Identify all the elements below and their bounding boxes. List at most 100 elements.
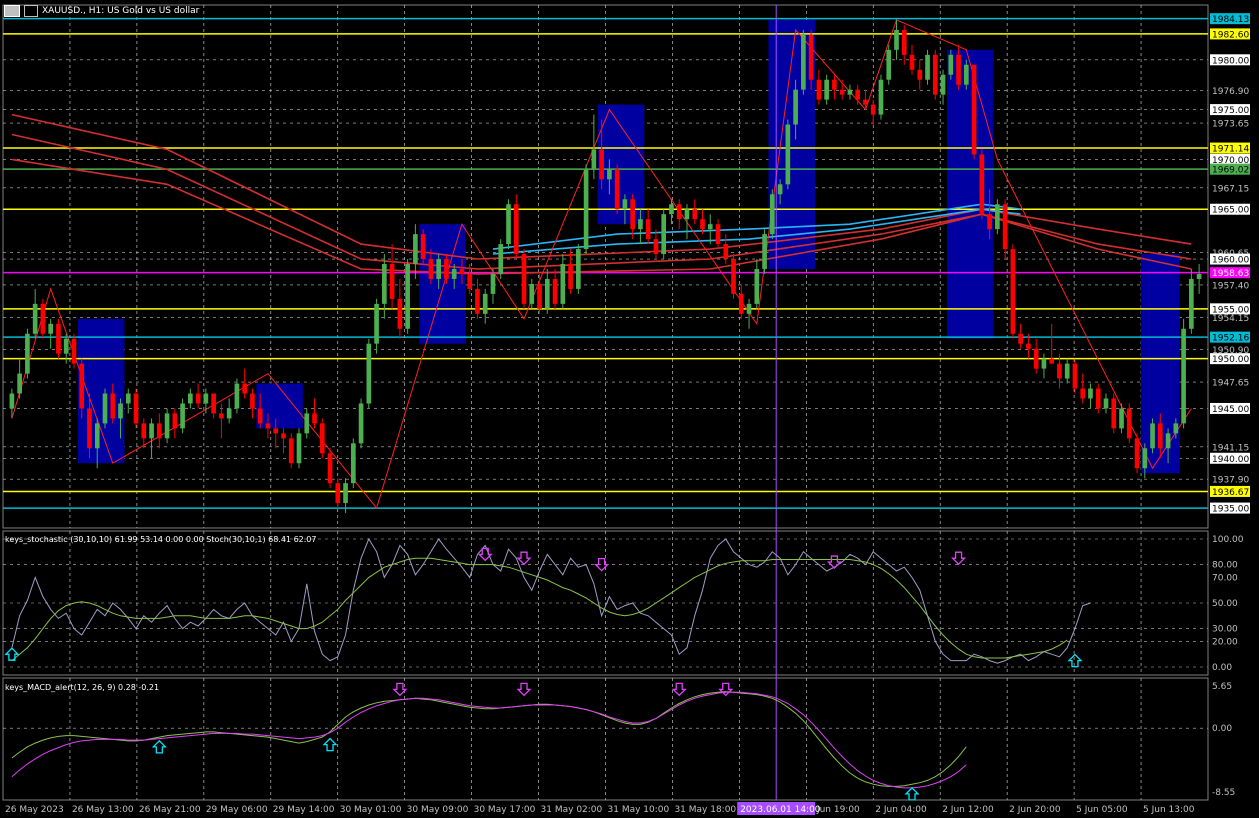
macd-signal-line	[11, 691, 967, 789]
candle-body	[1126, 408, 1132, 439]
price-label: 1984.13	[1212, 15, 1249, 25]
candle-body	[917, 69, 923, 80]
time-label: 5 Jun 13:00	[1143, 805, 1195, 815]
time-label: 2 Jun 20:00	[1009, 805, 1061, 815]
candle-body	[863, 99, 868, 105]
stoch-main-line	[11, 537, 1091, 664]
candle-body	[1196, 273, 1202, 279]
candle-body	[1165, 433, 1171, 449]
candle-body	[529, 283, 535, 304]
time-label: 31 May 02:00	[541, 805, 603, 815]
time-label: 30 May 01:00	[340, 805, 402, 815]
candle-body	[1157, 423, 1163, 449]
candle-body	[63, 338, 69, 354]
price-label: 1973.65	[1212, 120, 1249, 130]
candle-body	[141, 423, 147, 439]
menu-icon[interactable]	[4, 5, 20, 17]
candle-body	[816, 79, 822, 100]
candle-body	[296, 433, 302, 464]
chart-canvas[interactable]: 26 May 2023 26 May 13:00 26 May 21:00 29 Ma…	[0, 0, 1259, 818]
candle-body	[366, 343, 372, 404]
candle-body	[979, 154, 985, 215]
macd-down-arrow-icon	[392, 682, 408, 697]
candle-body	[878, 79, 884, 115]
candle-body	[777, 184, 783, 195]
macd-label: keys_MACD_alert(12, 26, 9) 0.28 -0.21	[5, 683, 160, 692]
macd-axis-label: -8.55	[1212, 788, 1235, 798]
candle-body	[684, 209, 690, 220]
chart-type-icon[interactable]	[24, 5, 38, 17]
stoch-down-arrow-icon	[950, 551, 967, 566]
stoch-axis-label: 0.00	[1212, 663, 1232, 673]
price-label: 1976.90	[1212, 87, 1249, 97]
time-label: 26 May 21:00	[139, 805, 201, 815]
stoch-axis-label: 20.00	[1212, 637, 1238, 647]
candle-body	[312, 413, 317, 424]
ema-blue-line	[492, 203, 1021, 250]
candle-body	[149, 423, 154, 439]
candle-body	[475, 288, 480, 314]
candle-body	[188, 393, 193, 404]
candle-body	[1018, 333, 1023, 344]
stochastic-label: keys_stochastic (30,10,10) 61.99 53.14 0…	[5, 535, 317, 544]
price-label: 1980.00	[1212, 56, 1249, 66]
candle-body	[444, 259, 449, 279]
candle-body	[537, 283, 542, 309]
candle-body	[793, 89, 798, 125]
candle-body	[413, 234, 418, 265]
candle-body	[583, 169, 589, 250]
candle-body	[125, 393, 131, 404]
stoch-axis-label: 70.00	[1212, 573, 1238, 583]
candle-body	[925, 54, 930, 80]
stoch-axis-label: 80.00	[1212, 561, 1238, 571]
candle-body	[801, 34, 806, 90]
candle-body	[1080, 388, 1086, 399]
candle-body	[607, 169, 612, 180]
candle-body	[785, 124, 791, 185]
candle-body	[226, 408, 232, 419]
price-label: 1967.15	[1212, 184, 1249, 194]
price-label: 1941.15	[1212, 443, 1249, 453]
candle-body	[397, 298, 403, 329]
candle-body	[1103, 398, 1109, 409]
symbol-title: XAUUSD., H1: US Gold vs US dollar	[42, 6, 200, 16]
candle-body	[304, 413, 310, 434]
candle-body	[327, 453, 333, 484]
macd-up-arrow-icon	[322, 737, 338, 752]
candle-body	[17, 373, 22, 394]
candle-body	[436, 259, 441, 279]
time-label: 30 May 09:00	[407, 805, 469, 815]
candle-body	[1173, 423, 1179, 434]
candle-body	[102, 393, 108, 424]
candle-body	[1002, 204, 1008, 250]
stoch-up-arrow-icon	[4, 647, 20, 661]
price-label: 1958.63	[1212, 269, 1249, 279]
price-label: 1982.60	[1212, 30, 1249, 40]
candle-body	[358, 403, 364, 444]
candle-body	[273, 428, 279, 434]
candle-body	[824, 79, 829, 100]
candle-body	[676, 204, 682, 220]
candle-body	[692, 209, 698, 220]
price-label: 1965.00	[1212, 206, 1249, 216]
candle-body	[987, 214, 992, 230]
candle-body	[257, 408, 263, 424]
time-label: 2 Jun 04:00	[875, 805, 927, 815]
candle-body	[762, 234, 767, 269]
stoch-axis-label: 100.00	[1212, 535, 1244, 545]
candle-body	[645, 219, 651, 240]
candle-body	[1181, 328, 1186, 424]
candle-body	[1088, 388, 1093, 399]
stoch-up-arrow-icon	[1067, 653, 1083, 668]
candle-body	[490, 273, 496, 294]
candle-body	[808, 34, 814, 80]
candle-body	[901, 29, 907, 55]
candle-body	[56, 323, 61, 354]
zone-box	[597, 104, 645, 225]
stoch-axis-label: 30.00	[1212, 625, 1238, 635]
candle-body	[498, 244, 504, 274]
candle-body	[32, 303, 38, 334]
time-label: 26 May 13:00	[72, 805, 134, 815]
candle-body	[467, 273, 473, 289]
price-label: 1975.00	[1212, 106, 1249, 116]
